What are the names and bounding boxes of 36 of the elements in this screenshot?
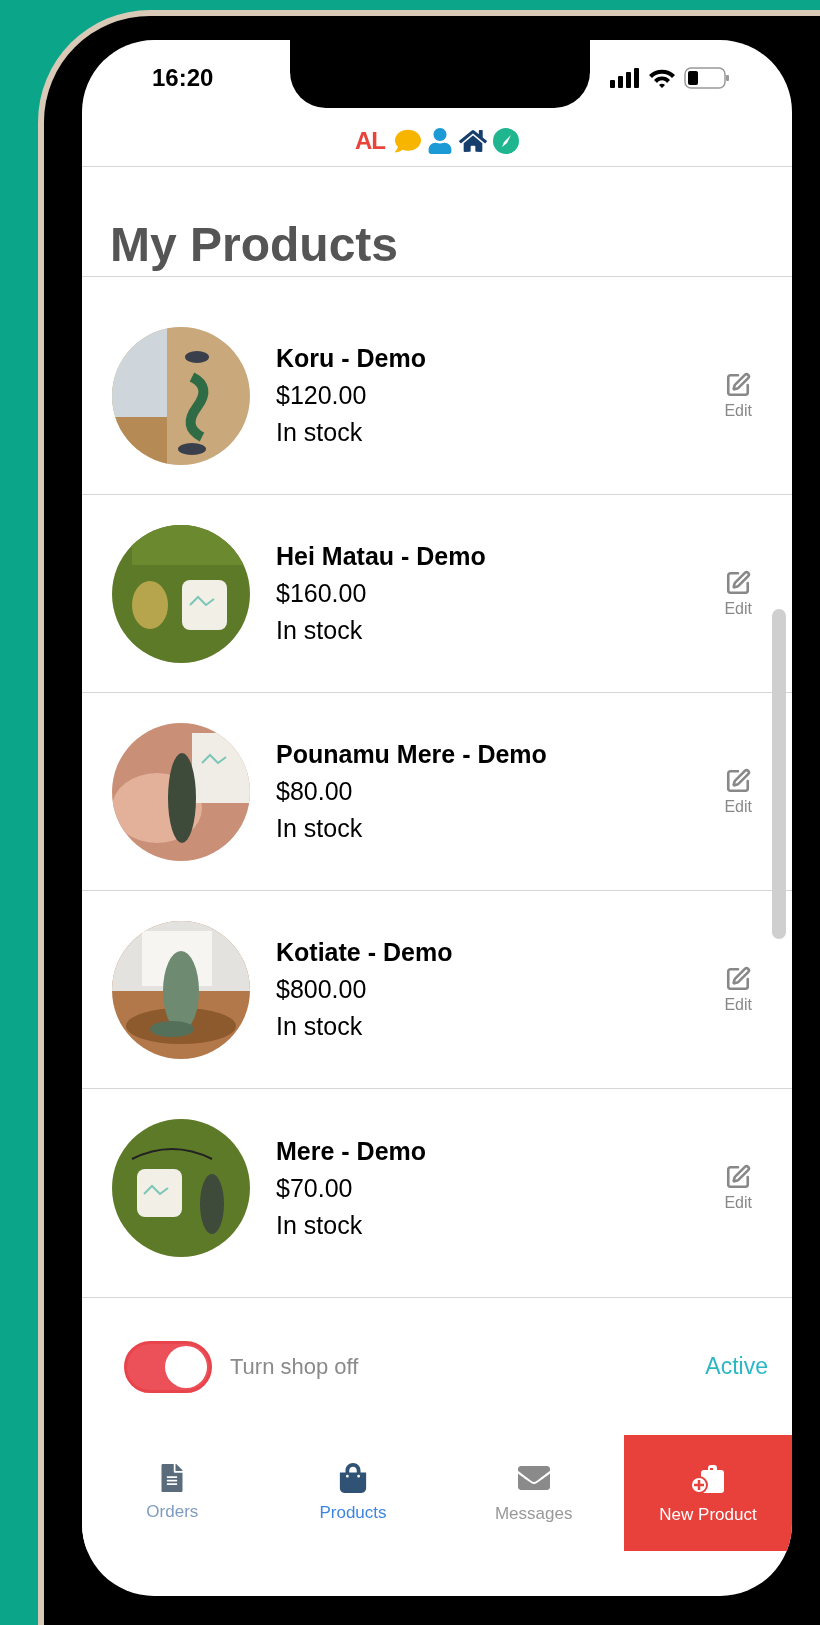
wifi-icon	[648, 68, 676, 88]
battery-icon	[684, 67, 730, 89]
product-name: Mere - Demo	[276, 1136, 428, 1166]
product-price: $70.00	[276, 1173, 354, 1203]
new-product-button[interactable]: New Product	[624, 1435, 792, 1551]
edit-button[interactable]: Edit	[724, 767, 752, 816]
edit-button[interactable]: Edit	[724, 1164, 752, 1212]
product-name: Koru - Demo	[276, 344, 427, 373]
edit-button[interactable]: Edit	[724, 371, 752, 420]
product-price: $80.00	[276, 777, 354, 806]
shop-status: Active	[705, 1353, 768, 1380]
stock-status: In stock	[276, 1210, 364, 1240]
brand-logo: AL	[355, 127, 385, 155]
speech-bubble-icon	[395, 128, 421, 154]
product-price: $800.00	[276, 975, 368, 1004]
shop-toggle[interactable]	[124, 1340, 212, 1393]
product-name: Hei Matau - Demo	[276, 542, 487, 571]
product-price: $120.00	[276, 381, 368, 410]
edit-button[interactable]: Edit	[724, 569, 752, 618]
stock-status: In stock	[276, 616, 364, 645]
product-name: Pounamu Mere - Demo	[276, 740, 548, 769]
stock-status: In stock	[276, 814, 364, 843]
bag-icon	[338, 1463, 368, 1493]
page-title: My Products	[82, 167, 792, 277]
edit-button[interactable]: Edit	[724, 965, 752, 1014]
stock-status: In stock	[276, 1012, 364, 1041]
stock-status: In stock	[276, 418, 364, 447]
toggle-label: Turn shop off	[230, 1353, 360, 1380]
home-icon	[459, 127, 487, 155]
scrollbar[interactable]	[772, 609, 786, 939]
person-icon	[427, 128, 453, 154]
compass-icon	[493, 128, 519, 154]
status-time: 16:20	[152, 64, 214, 92]
product-price: $160.00	[276, 579, 368, 608]
product-name: Kotiate - Demo	[276, 938, 454, 967]
signal-icon	[610, 68, 640, 88]
